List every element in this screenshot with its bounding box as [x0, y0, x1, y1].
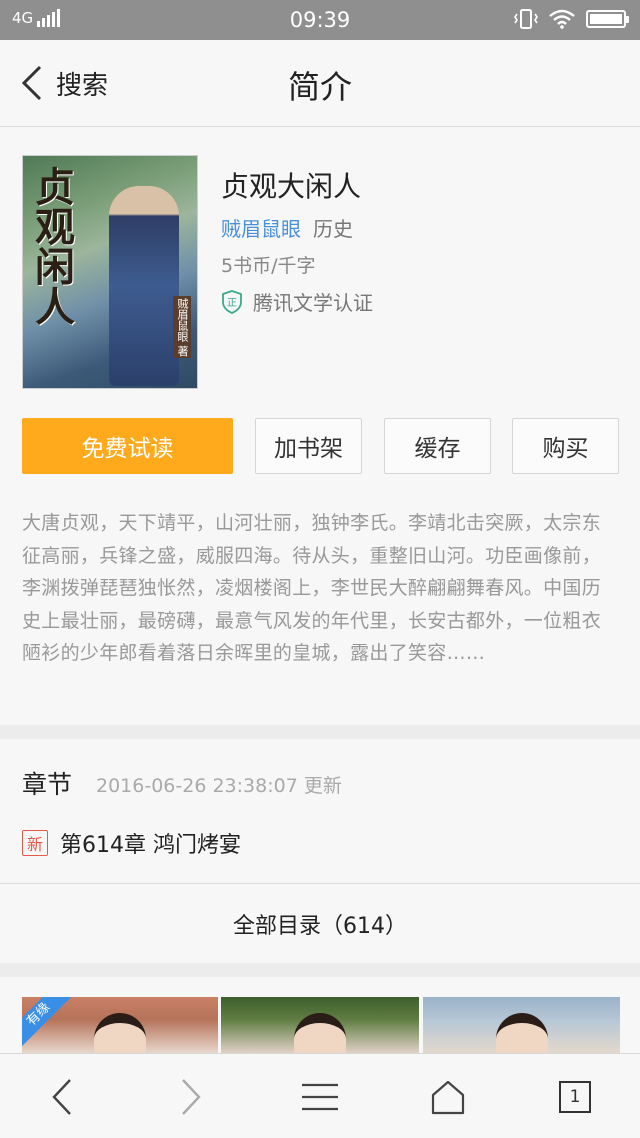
ad-photo-figure [495, 1013, 548, 1053]
chevron-left-icon [52, 1079, 71, 1115]
ad-banner-row: 有缘 [0, 977, 640, 1053]
update-time: 2016-06-26 23:38:07 更新 [96, 775, 342, 797]
all-chapters-button[interactable]: 全部目录（614） [0, 884, 640, 963]
certification-label: 腾讯文学认证 [253, 291, 373, 315]
book-cover[interactable]: 贞观闲人 贼眉鼠眼 著 [22, 155, 198, 389]
status-icons [514, 9, 629, 29]
buy-button[interactable]: 购买 [512, 418, 619, 474]
ad-image[interactable] [423, 997, 620, 1053]
tab-count-icon: 1 [559, 1081, 591, 1113]
menu-icon [302, 1083, 338, 1111]
ad-image[interactable]: 有缘 [22, 997, 218, 1053]
home-icon [431, 1080, 465, 1115]
cache-button[interactable]: 缓存 [384, 418, 491, 474]
tabs-button[interactable]: 1 [550, 1072, 600, 1122]
menu-button[interactable] [295, 1072, 345, 1122]
cover-title: 贞观闲人 [28, 166, 75, 326]
genre-label: 历史 [313, 217, 353, 241]
add-to-shelf-button[interactable]: 加书架 [255, 418, 362, 474]
chapter-heading: 章节 [22, 770, 73, 799]
author-link[interactable]: 贼眉鼠眼 [221, 217, 301, 241]
latest-chapter-title: 第614章 鸿门烤宴 [60, 833, 241, 858]
latest-chapter[interactable]: 新 第614章 鸿门烤宴 [22, 827, 241, 859]
ad-ribbon: 有缘 [22, 997, 71, 1047]
battery-icon [586, 10, 629, 28]
price-label: 5书币/千字 [221, 255, 316, 277]
free-read-button[interactable]: 免费试读 [22, 418, 233, 474]
vibrate-icon [514, 9, 538, 29]
new-badge: 新 [22, 830, 48, 856]
action-buttons: 免费试读 加书架 缓存 购买 [22, 418, 619, 474]
chevron-right-icon [182, 1079, 201, 1115]
bottom-toolbar: 1 [0, 1053, 640, 1138]
browser-forward-button[interactable] [166, 1072, 216, 1122]
wifi-icon [549, 9, 575, 29]
certification: 正 腾讯文学认证 [221, 287, 373, 316]
book-title: 贞观大闲人 [221, 170, 362, 203]
book-synopsis: 大唐贞观，天下靖平，山河壮丽，独钟李氏。李靖北击突厥，太宗东征高丽，兵锋之盛，威… [22, 512, 602, 664]
book-info: 贞观闲人 贼眉鼠眼 著 贞观大闲人 贼眉鼠眼 历史 5书币/千字 正 腾讯文学认证… [0, 127, 640, 725]
nav-header: 搜索 简介 [0, 40, 640, 127]
ad-photo-figure [294, 1013, 346, 1053]
chapter-section: 章节 2016-06-26 23:38:07 更新 新 第614章 鸿门烤宴 全… [0, 739, 640, 963]
home-button[interactable] [423, 1072, 473, 1122]
certified-shield-icon: 正 [222, 289, 242, 314]
author-line: 贼眉鼠眼 历史 [221, 213, 353, 242]
section-divider [0, 725, 640, 739]
browser-back-button[interactable] [37, 1072, 87, 1122]
cover-author: 贼眉鼠眼 著 [173, 295, 191, 358]
ad-image[interactable] [221, 997, 419, 1053]
page-title: 简介 [287, 68, 352, 106]
cover-figure [109, 186, 179, 386]
status-bar: 4G 09:39 [0, 0, 640, 40]
cert-icon-char: 正 [227, 298, 237, 309]
ad-photo-figure [94, 1013, 146, 1053]
section-divider [0, 963, 640, 977]
